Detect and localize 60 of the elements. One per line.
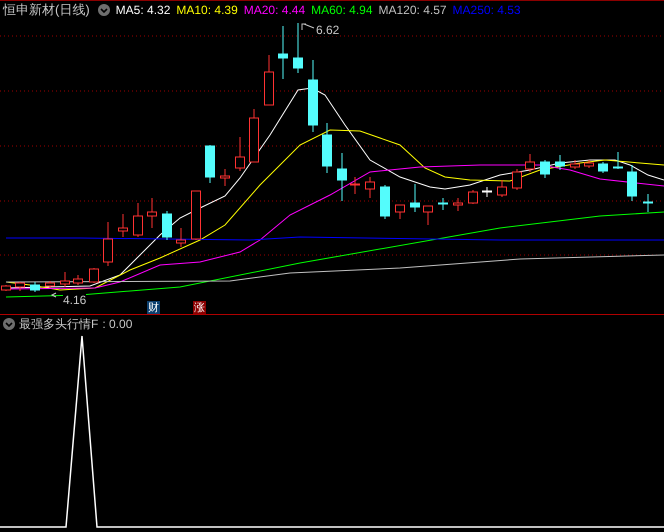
candlestick [365, 176, 375, 198]
stock-title: 恒申新材(日线) [3, 0, 90, 18]
candlestick [30, 282, 40, 292]
candlestick [613, 152, 623, 170]
candlestick [133, 202, 143, 238]
candlestick [584, 160, 594, 168]
candlestick [220, 168, 230, 186]
high-price-label: 6.62 [316, 24, 340, 36]
candlestick [525, 154, 535, 172]
candlestick [570, 160, 580, 170]
moving-average-legend: MA5: 4.32 [116, 2, 170, 16]
candlestick [162, 210, 172, 240]
candlestick [468, 190, 478, 204]
moving-average-legend: MA120: 4.57 [378, 2, 447, 16]
candlestick [205, 144, 215, 184]
candlestick [235, 136, 245, 172]
candlestick [147, 198, 157, 228]
moving-average-legend: MA250: 4.53 [452, 2, 521, 16]
candlestick [322, 122, 332, 174]
candlestick [293, 22, 303, 74]
candlestick [60, 272, 70, 288]
indicator-value: : 0.00 [102, 317, 132, 331]
candlestick [482, 186, 492, 198]
candlestick [453, 198, 463, 212]
candlestick [627, 164, 637, 202]
high-pointer-icon [302, 24, 314, 30]
indicator-label: 最强多头行情F [19, 316, 98, 332]
candlestick [73, 274, 83, 286]
moving-average-legend: MA20: 4.44 [244, 2, 306, 16]
low-price-label: 4.16 [63, 294, 86, 306]
moving-average-legend: MA10: 4.39 [176, 2, 238, 16]
candlestick [395, 204, 405, 220]
low-pointer-icon [50, 292, 56, 298]
candlestick [380, 184, 390, 220]
candlestick [512, 168, 522, 190]
event-marker[interactable]: 财 [147, 301, 160, 314]
candlestick [103, 222, 113, 266]
candlestick [497, 180, 507, 198]
candlestick [176, 228, 186, 248]
candlestick [45, 280, 55, 288]
candlestick [337, 152, 347, 202]
candlestick [89, 268, 99, 284]
candlestick [191, 190, 201, 240]
candlestick [278, 26, 288, 80]
candlestick [423, 206, 433, 226]
candlestick [264, 54, 274, 106]
candlestick [410, 184, 420, 212]
dropdown-chevron-icon[interactable] [98, 4, 110, 16]
candlestick [350, 176, 360, 194]
candlestick [598, 162, 608, 174]
candlestick [438, 198, 448, 210]
dropdown-chevron-icon[interactable] [3, 318, 15, 330]
candlestick [555, 154, 565, 170]
candlestick [540, 160, 550, 178]
candlestick [249, 108, 259, 162]
candlestick [118, 214, 128, 238]
event-marker[interactable]: 涨 [193, 301, 206, 314]
moving-average-legend: MA60: 4.94 [311, 2, 372, 16]
candlestick [15, 282, 25, 292]
candlestick [643, 194, 653, 212]
